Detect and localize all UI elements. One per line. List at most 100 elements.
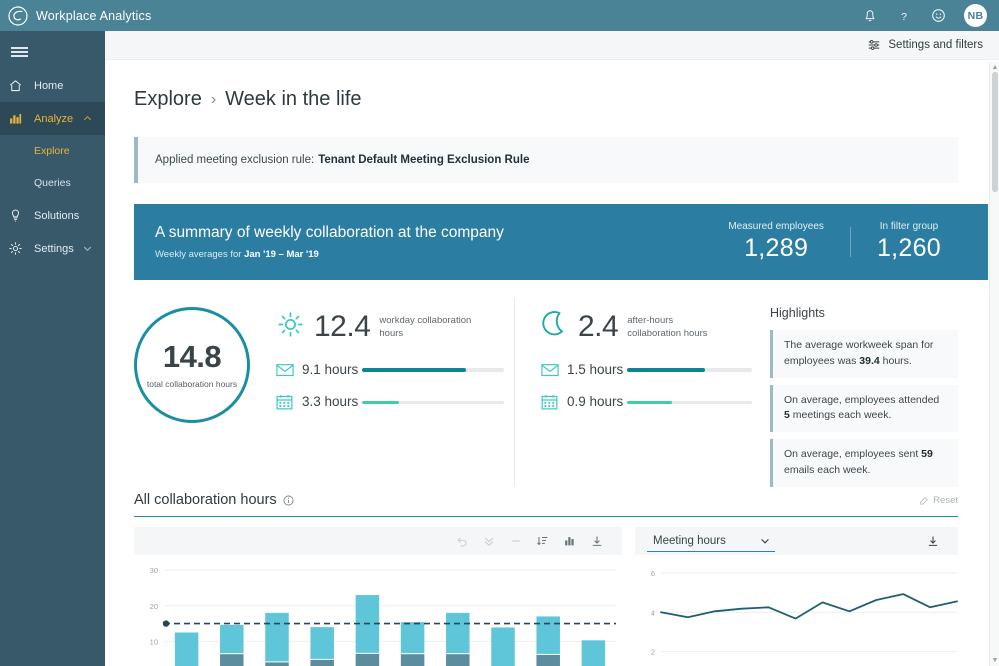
chevron-down-icon[interactable] (82, 243, 93, 254)
sidebar: Home Analyze Explore Queries Solutions S… (0, 31, 105, 666)
download-icon[interactable] (583, 530, 610, 552)
line-chart-panel: Meeting hours 2 4 6 (635, 527, 958, 666)
info-circle-icon[interactable] (283, 495, 294, 506)
svg-text:20: 20 (150, 602, 158, 611)
vertical-scrollbar[interactable]: ▲ ▼ (989, 62, 999, 666)
moon-icon (541, 310, 569, 338)
total-collaboration-gauge: 14.8 total collaboration hours (134, 307, 250, 423)
top-bar-actions: ? NB (862, 4, 999, 27)
summary-left: A summary of weekly collaboration at the… (134, 224, 504, 260)
line-chart-toolbar: Meeting hours (635, 527, 958, 555)
metric-select[interactable]: Meeting hours (647, 531, 775, 552)
highlights-title: Highlights (770, 306, 825, 320)
settings-filters-label[interactable]: Settings and filters (888, 39, 983, 51)
expand-double-chevron-down-icon[interactable] (475, 530, 502, 552)
workday-meeting-bar (362, 400, 504, 405)
help-question-icon[interactable]: ? (896, 8, 912, 24)
sidebar-subitem-label: Explore (34, 145, 70, 157)
sidebar-item-explore[interactable]: Explore (0, 135, 105, 167)
scroll-down-arrow-icon[interactable]: ▼ (991, 657, 999, 664)
chevron-down-icon (759, 535, 771, 547)
home-icon (8, 78, 30, 93)
kpi-value: 1,289 (744, 234, 809, 262)
scrollbar-thumb[interactable] (992, 72, 998, 192)
sidebar-item-label: Analyze (34, 112, 74, 125)
sidebar-item-home[interactable]: Home (0, 69, 105, 102)
after-hours-meeting-bar (627, 400, 752, 405)
highlight-text-post: emails each week. (784, 463, 871, 476)
notice-rule-name: Tenant Default Meeting Exclusion Rule (318, 154, 530, 166)
kpi-measured-employees: Measured employees 1,289 (702, 221, 850, 263)
calendar-icon (276, 394, 302, 410)
bar-chart-canvas[interactable]: 0102030Sales - E...Product ...Sales - C.… (134, 555, 622, 666)
app-title: Workplace Analytics (36, 8, 152, 23)
summary-banner: A summary of weekly collaboration at the… (134, 204, 988, 280)
after-hours-collaboration-group: 2.4 after-hours collaboration hours 1.5 … (514, 298, 752, 486)
notification-bell-icon[interactable] (862, 8, 878, 24)
sidebar-item-queries[interactable]: Queries (0, 167, 105, 199)
after-hours-email-row: 1.5 hours (541, 361, 752, 379)
highlight-text-pre: On average, employees attended (784, 393, 940, 406)
highlight-card: On average, employees sent 59 emails eac… (770, 439, 958, 487)
metric-select-value: Meeting hours (653, 534, 726, 547)
workday-meeting-value: 3.3 hours (302, 394, 359, 410)
kpi-label: Measured employees (728, 221, 824, 232)
sidebar-item-solutions[interactable]: Solutions (0, 199, 105, 232)
sidebar-item-label: Home (34, 79, 64, 92)
all-collaboration-hours-section: All collaboration hours Reset 10 20 30 M… (105, 492, 999, 666)
after-hours-meeting-value: 0.9 hours (567, 394, 624, 410)
gear-icon (8, 241, 30, 256)
after-hours-email-bar (627, 368, 752, 372)
notice-prefix: Applied meeting exclusion rule: (155, 154, 315, 166)
highlight-value: 59 (921, 448, 933, 460)
scroll-area: Explore › Week in the life Applied meeti… (105, 60, 999, 666)
highlight-text-post: meetings each week. (789, 409, 892, 422)
chevron-up-icon[interactable] (82, 113, 93, 124)
after-hours-email-value: 1.5 hours (567, 362, 624, 377)
body-row: Home Analyze Explore Queries Solutions S… (0, 31, 999, 666)
hamburger-menu-icon[interactable] (0, 35, 105, 69)
swirl-logo-icon[interactable] (0, 5, 36, 26)
smiley-feedback-icon[interactable] (930, 8, 946, 24)
chart-type-icon[interactable] (556, 530, 583, 552)
page-title: Week in the life (225, 88, 362, 110)
download-icon[interactable] (919, 530, 946, 552)
workday-meeting-row: 3.3 hours (276, 393, 504, 411)
avatar[interactable]: NB (964, 4, 987, 27)
envelope-icon (276, 363, 302, 377)
svg-text:30: 30 (150, 566, 158, 575)
svg-text:6: 6 (651, 569, 655, 578)
after-hours-meeting-row: 0.9 hours (541, 393, 752, 411)
eraser-icon (919, 495, 929, 505)
command-bar: Settings and filters (105, 31, 999, 60)
analyze-bar-chart-icon (8, 111, 30, 126)
workday-email-bar (362, 368, 504, 372)
highlight-card: The average workweek span for employees … (770, 330, 958, 378)
collapse-minus-icon[interactable] (502, 530, 529, 552)
highlight-card: On average, employees attended 5 meeting… (770, 384, 958, 432)
summary-subtitle-prefix: Weekly averages for (155, 249, 242, 260)
line-chart-canvas[interactable]: 0246 (635, 555, 958, 666)
envelope-icon (541, 363, 567, 377)
breadcrumb-root[interactable]: Explore (134, 88, 202, 111)
settings-filters-icon[interactable] (867, 38, 881, 52)
kpi-value: 1,260 (876, 234, 941, 262)
sidebar-item-settings[interactable]: Settings (0, 232, 105, 265)
reset-button[interactable]: Reset (919, 495, 958, 506)
scroll-up-arrow-icon[interactable]: ▲ (991, 64, 999, 71)
solutions-lightbulb-icon (8, 208, 30, 223)
highlights-panel: Highlights The average workweek span for… (752, 298, 999, 487)
after-hours-value: 2.4 (578, 310, 619, 343)
sort-icon[interactable] (529, 530, 556, 552)
breadcrumb-separator-icon: › (210, 90, 217, 108)
summary-subtitle: Weekly averages for Jan '19 – Mar '19 (155, 249, 504, 260)
sidebar-item-analyze[interactable]: Analyze (0, 102, 105, 135)
undo-icon[interactable] (448, 530, 475, 552)
workday-collaboration-group: 12.4 workday collaboration hours 9.1 hou… (276, 298, 504, 486)
top-bar: Workplace Analytics ? NB (0, 0, 999, 31)
summary-date-range: Jan '19 – Mar '19 (244, 249, 319, 260)
svg-text:4: 4 (651, 608, 655, 617)
sun-icon (276, 310, 305, 339)
charts-row: 0102030Sales - E...Product ...Sales - C.… (134, 527, 958, 666)
highlight-text-pre: On average, employees sent (784, 448, 922, 460)
